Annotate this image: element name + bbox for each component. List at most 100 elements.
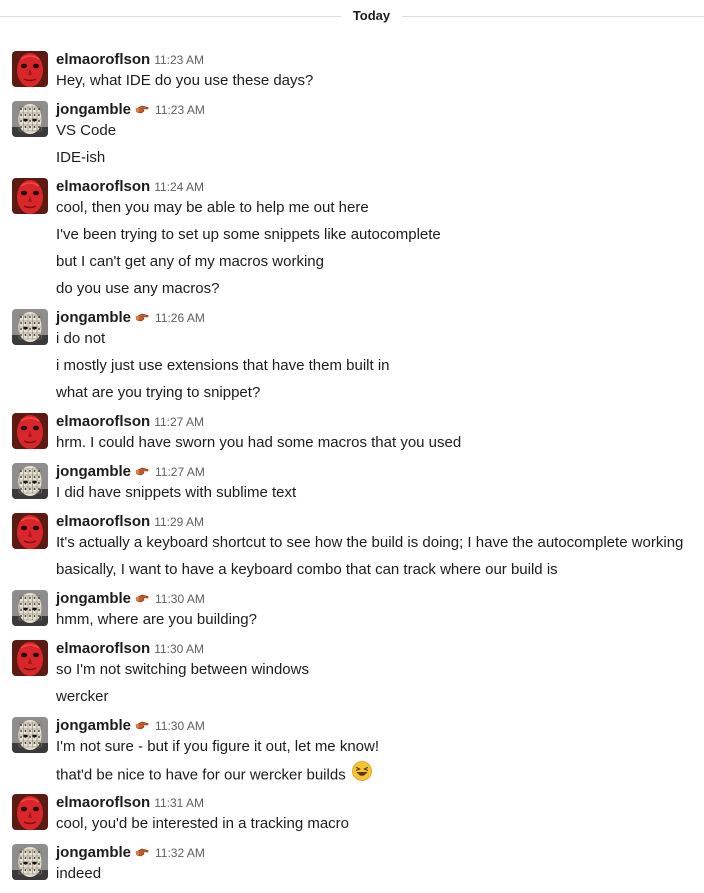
message-line: do you use any macros? [56, 280, 220, 297]
pinhead-avatar-icon[interactable] [12, 309, 48, 345]
username[interactable]: jongamble [56, 463, 131, 480]
message-line: so I'm not switching between windows [56, 661, 309, 678]
message-text: cool, then you may be able to help me ou… [56, 198, 369, 218]
message-timestamp[interactable]: 11:30 AM [155, 719, 205, 733]
message-header: jongamble 11:23 AM [56, 100, 205, 120]
username[interactable]: elmaoroflson [56, 178, 150, 195]
message-header: jongamble 11:27 AM [56, 462, 205, 482]
pointing-hand-icon [135, 717, 149, 735]
message-header: elmaoroflson 11:30 AM [56, 639, 204, 659]
message-text: I did have snippets with sublime text [56, 483, 296, 503]
message-group: jongamble 11:30 AM hmm, where are you buil… [0, 589, 704, 632]
message-line: cool, you'd be interested in a tracking … [56, 815, 350, 832]
divider-line-left [0, 16, 341, 17]
message-line: that'd be nice to have for our wercker b… [56, 766, 346, 784]
message-text: i mostly just use extensions that have t… [56, 356, 390, 376]
message-timestamp[interactable]: 11:30 AM [154, 642, 204, 656]
pinhead-avatar-icon[interactable] [12, 590, 48, 626]
message-group: elmaoroflson 11:29 AM It's actually a keyb… [0, 512, 704, 582]
message-line: IDE-ish [56, 149, 106, 166]
message-line: I'm not sure - but if you figure it out,… [56, 738, 380, 755]
message-group: jongamble 11:32 AM indeed [0, 843, 704, 886]
message-line: cool, then you may be able to help me ou… [56, 199, 369, 216]
message-group: elmaoroflson 11:31 AM cool, you'd be inter… [0, 793, 704, 836]
message-group: jongamble 11:23 AM VS Code IDE-ish [0, 100, 704, 170]
message-group: elmaoroflson 11:24 AM cool, then you may b… [0, 177, 704, 301]
username[interactable]: jongamble [56, 844, 131, 861]
message-line: i mostly just use extensions that have t… [56, 357, 390, 374]
message-group: elmaoroflson 11:23 AM Hey, what IDE do you… [0, 50, 704, 93]
message-timestamp[interactable]: 11:29 AM [154, 515, 204, 529]
message-text: so I'm not switching between windows [56, 660, 309, 680]
username[interactable]: elmaoroflson [56, 413, 150, 430]
message-group: jongamble 11:30 AM I'm not sure - but if y… [0, 716, 704, 786]
message-line: i do not [56, 330, 106, 347]
pointing-hand-icon [135, 101, 149, 119]
message-header: elmaoroflson 11:29 AM [56, 512, 204, 532]
red-mask-avatar-icon[interactable] [12, 413, 48, 449]
message-text: I'm not sure - but if you figure it out,… [56, 737, 379, 757]
red-mask-avatar-icon[interactable] [12, 513, 48, 549]
message-timestamp[interactable]: 11:23 AM [155, 103, 205, 117]
message-line: Hey, what IDE do you use these days? [56, 72, 314, 89]
message-text: hrm. I could have sworn you had some mac… [56, 433, 461, 453]
red-mask-avatar-icon[interactable] [12, 794, 48, 830]
date-divider-label[interactable]: Today [341, 8, 402, 23]
username[interactable]: jongamble [56, 590, 131, 607]
message-line: I did have snippets with sublime text [56, 484, 297, 501]
message-text: It's actually a keyboard shortcut to see… [56, 533, 683, 553]
message-text: that'd be nice to have for our wercker b… [56, 761, 372, 787]
username[interactable]: elmaoroflson [56, 51, 150, 68]
message-header: jongamble 11:30 AM [56, 716, 205, 736]
message-text: but I can't get any of my macros working [56, 252, 324, 272]
date-divider: Today [0, 0, 704, 34]
pinhead-avatar-icon[interactable] [12, 101, 48, 137]
message-timestamp[interactable]: 11:26 AM [155, 311, 205, 325]
message-timestamp[interactable]: 11:30 AM [155, 592, 205, 606]
message-timestamp[interactable]: 11:32 AM [155, 846, 205, 860]
message-timestamp[interactable]: 11:23 AM [154, 53, 204, 67]
message-text: basically, I want to have a keyboard com… [56, 560, 558, 580]
divider-line-right [402, 16, 704, 17]
message-header: jongamble 11:30 AM [56, 589, 205, 609]
laughing-face-emoji-icon [351, 761, 372, 787]
pinhead-avatar-icon[interactable] [12, 844, 48, 880]
message-text: VS Code [56, 121, 116, 141]
message-text: do you use any macros? [56, 279, 219, 299]
message-group: jongamble 11:26 AM i do not i mostly just u… [0, 308, 704, 405]
username[interactable]: jongamble [56, 717, 131, 734]
message-line: indeed [56, 865, 102, 882]
message-timestamp[interactable]: 11:27 AM [155, 465, 205, 479]
pointing-hand-icon [135, 463, 149, 481]
message-timestamp[interactable]: 11:27 AM [154, 415, 204, 429]
message-line: It's actually a keyboard shortcut to see… [56, 534, 684, 551]
message-text: I've been trying to set up some snippets… [56, 225, 441, 245]
username[interactable]: elmaoroflson [56, 640, 150, 657]
message-header: elmaoroflson 11:27 AM [56, 412, 204, 432]
red-mask-avatar-icon[interactable] [12, 640, 48, 676]
username[interactable]: jongamble [56, 309, 131, 326]
message-text: what are you trying to snippet? [56, 383, 260, 403]
message-header: jongamble 11:26 AM [56, 308, 205, 328]
message-text: Hey, what IDE do you use these days? [56, 71, 313, 91]
username[interactable]: elmaoroflson [56, 513, 150, 530]
message-text: cool, you'd be interested in a tracking … [56, 814, 349, 834]
message-line: hrm. I could have sworn you had some mac… [56, 434, 462, 451]
message-line: basically, I want to have a keyboard com… [56, 561, 558, 578]
message-group: elmaoroflson 11:30 AM so I'm not switching… [0, 639, 704, 709]
message-line: VS Code [56, 122, 117, 139]
message-header: elmaoroflson 11:23 AM [56, 50, 204, 70]
message-header: elmaoroflson 11:31 AM [56, 793, 204, 813]
red-mask-avatar-icon[interactable] [12, 51, 48, 87]
message-timestamp[interactable]: 11:24 AM [154, 180, 204, 194]
username[interactable]: jongamble [56, 101, 131, 118]
pinhead-avatar-icon[interactable] [12, 717, 48, 753]
message-timestamp[interactable]: 11:31 AM [154, 796, 204, 810]
message-group: elmaoroflson 11:27 AM hrm. I could have sw… [0, 412, 704, 455]
message-text: hmm, where are you building? [56, 610, 257, 630]
red-mask-avatar-icon[interactable] [12, 178, 48, 214]
pinhead-avatar-icon[interactable] [12, 463, 48, 499]
message-header: elmaoroflson 11:24 AM [56, 177, 204, 197]
message-text: wercker [56, 687, 109, 707]
username[interactable]: elmaoroflson [56, 794, 150, 811]
